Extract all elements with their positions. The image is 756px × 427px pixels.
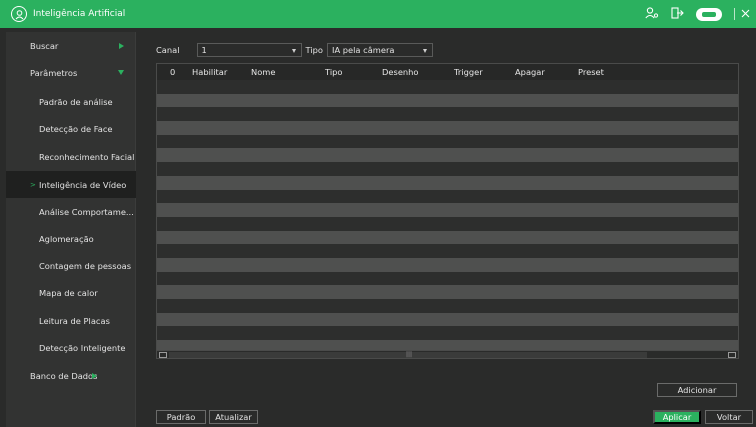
- sidebar-item-contagem-de-pessoas[interactable]: Contagem de pessoas: [6, 252, 136, 279]
- sidebar-item-label: Contagem de pessoas: [39, 260, 132, 271]
- default-button[interactable]: Padrão: [156, 410, 206, 424]
- user-settings-icon[interactable]: [645, 7, 659, 21]
- selected-chevron-icon: >: [30, 180, 36, 189]
- window-title: Inteligência Artificial: [33, 9, 126, 19]
- collapse-arrow-icon: [118, 70, 124, 75]
- sidebar-item-padrao-de-analise[interactable]: Padrão de análise: [6, 88, 136, 115]
- table-row: [157, 326, 738, 341]
- sidebar-item-label: Reconhecimento Facial: [39, 151, 135, 162]
- sidebar-item-label: Detecção Inteligente: [39, 342, 126, 353]
- add-button[interactable]: Adicionar: [657, 383, 737, 397]
- sidebar-item-aglomeracao[interactable]: Aglomeração: [6, 225, 136, 252]
- sidebar-item-label: Análise Comportame...: [39, 206, 134, 217]
- table-row: [157, 312, 738, 327]
- column-header-nome: Nome: [251, 67, 276, 77]
- sidebar-item-label: Padrão de análise: [39, 96, 113, 107]
- sidebar-item-label: Buscar: [30, 40, 59, 51]
- back-button[interactable]: Voltar: [705, 410, 753, 424]
- sidebar-item-mapa-de-calor[interactable]: Mapa de calor: [6, 279, 136, 306]
- chevron-down-icon: [423, 49, 427, 53]
- sidebar-item-analise-comportamental[interactable]: Análise Comportame...: [6, 198, 136, 225]
- expand-arrow-icon: [92, 372, 97, 379]
- column-header-habilitar: Habilitar: [192, 67, 228, 77]
- table-row: [157, 299, 738, 313]
- filter-bar: Canal 1 Tipo IA pela câmera: [156, 43, 433, 57]
- close-icon[interactable]: [741, 9, 750, 20]
- sidebar-item-label: Leitura de Placas: [39, 315, 110, 326]
- table-row: [157, 107, 738, 122]
- sidebar-item-deteccao-inteligente[interactable]: Detecção Inteligente: [6, 334, 136, 361]
- table-row: [157, 93, 738, 108]
- column-header-trigger: Trigger: [454, 67, 483, 77]
- channel-value: 1: [201, 45, 207, 55]
- table-row: [157, 244, 738, 258]
- table-row: [157, 121, 738, 135]
- sidebar-item-label: Banco de Dados: [30, 370, 98, 381]
- sidebar-item-inteligencia-de-video[interactable]: > Inteligência de Vídeo: [6, 171, 136, 198]
- table-row: [157, 148, 738, 163]
- sidebar-item-label: Parâmetros: [30, 67, 78, 78]
- column-header-desenho: Desenho: [382, 67, 419, 77]
- type-label: Tipo: [305, 45, 323, 55]
- table-row: [157, 134, 738, 149]
- sidebar-item-parametros[interactable]: Parâmetros: [6, 59, 136, 86]
- table-row: [157, 230, 738, 245]
- table-row: [157, 80, 738, 94]
- channel-label: Canal: [156, 45, 180, 55]
- scrollbar-grip-icon: |||: [406, 351, 413, 358]
- table-row: [157, 257, 738, 272]
- table-row: [157, 216, 738, 231]
- ai-logo-icon: [11, 6, 27, 22]
- refresh-button[interactable]: Atualizar: [209, 410, 258, 424]
- table-row: [157, 271, 738, 286]
- sidebar-item-deteccao-de-face[interactable]: Detecção de Face: [6, 115, 136, 142]
- sidebar-item-label: Mapa de calor: [39, 287, 98, 298]
- table-row: [157, 175, 738, 190]
- sidebar-item-label: Detecção de Face: [39, 123, 113, 134]
- type-value: IA pela câmera: [332, 45, 395, 55]
- column-header-tipo: Tipo: [325, 67, 343, 77]
- title-bar: Inteligência Artificial: [0, 0, 756, 28]
- table-row: [157, 285, 738, 299]
- sidebar-item-label: Aglomeração: [39, 233, 94, 244]
- sidebar: Buscar Parâmetros Padrão de análise Dete…: [6, 32, 136, 427]
- sidebar-item-buscar[interactable]: Buscar: [6, 32, 136, 59]
- channel-select[interactable]: 1: [196, 43, 302, 57]
- sidebar-item-leitura-de-placas[interactable]: Leitura de Placas: [6, 307, 136, 334]
- sidebar-item-reconhecimento-facial[interactable]: Reconhecimento Facial: [6, 143, 136, 170]
- table-row: [157, 203, 738, 217]
- scroll-right-icon[interactable]: [728, 352, 736, 358]
- column-header-apagar: Apagar: [515, 67, 545, 77]
- cloud-icon[interactable]: [696, 7, 722, 21]
- table-row: [157, 189, 738, 204]
- sidebar-item-banco-de-dados[interactable]: Banco de Dados: [6, 362, 136, 389]
- horizontal-scrollbar[interactable]: |||: [157, 350, 738, 358]
- table-header: 0 Habilitar Nome Tipo Desenho Trigger Ap…: [157, 64, 738, 80]
- cloud-badge-text: [702, 11, 716, 17]
- sidebar-item-label: Inteligência de Vídeo: [39, 179, 127, 190]
- chevron-down-icon: [291, 49, 296, 53]
- apply-button[interactable]: Aplicar: [653, 410, 701, 424]
- column-header-index: 0: [170, 67, 176, 77]
- type-select[interactable]: IA pela câmera: [327, 43, 433, 57]
- column-header-preset: Preset: [578, 67, 604, 77]
- table-row: [157, 162, 738, 176]
- logout-icon[interactable]: [671, 7, 684, 21]
- scroll-left-icon[interactable]: [159, 352, 167, 358]
- expand-arrow-icon: [119, 42, 124, 49]
- divider: [734, 8, 735, 20]
- rules-table: 0 Habilitar Nome Tipo Desenho Trigger Ap…: [156, 63, 739, 359]
